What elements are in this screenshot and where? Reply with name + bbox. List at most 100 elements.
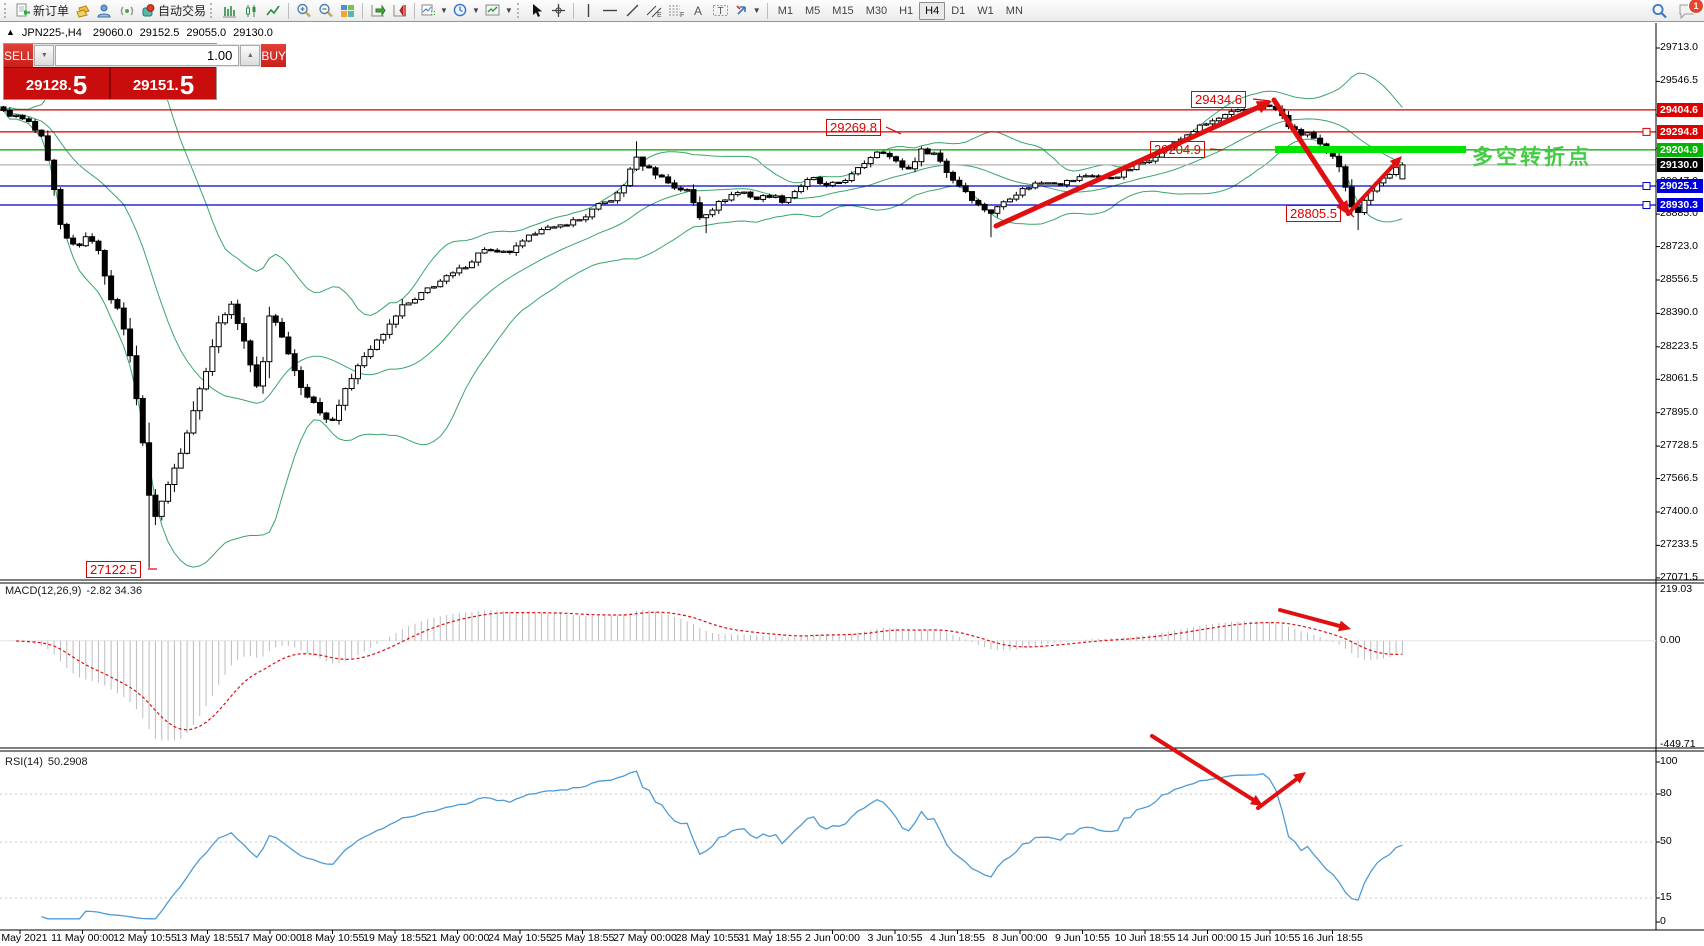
- price-badge: 29294.8: [1657, 125, 1703, 139]
- volume-input[interactable]: [55, 45, 239, 66]
- trend-arrow[interactable]: [1348, 165, 1394, 214]
- time-axis-label: 8 Jun 00:00: [993, 932, 1048, 944]
- buy-button[interactable]: BUY: [261, 44, 286, 67]
- caret-down-icon: ▼: [472, 6, 480, 15]
- fibonacci-button[interactable]: F: [666, 1, 687, 21]
- line-chart-button[interactable]: [263, 1, 284, 21]
- price-annotation-29204[interactable]: 29204.9: [1150, 141, 1205, 158]
- axis-tick-label: 50: [1660, 835, 1672, 847]
- auto-trading-label: 自动交易: [158, 2, 206, 19]
- indicators-dropdown[interactable]: ▼: [419, 1, 450, 21]
- axis-tick-label: 28061.5: [1660, 372, 1698, 384]
- chart-shift-button[interactable]: [389, 1, 410, 21]
- candle-body: [362, 357, 367, 366]
- search-button[interactable]: [1649, 1, 1670, 21]
- timeframe-d1[interactable]: D1: [945, 2, 971, 20]
- new-order-button[interactable]: 新订单: [13, 1, 71, 21]
- search-icon: [1651, 3, 1668, 19]
- toolbar-grip[interactable]: [517, 3, 522, 18]
- auto-scroll-icon: [370, 4, 386, 18]
- trend-arrow[interactable]: [996, 107, 1258, 226]
- tile-windows-icon: [340, 4, 355, 18]
- sell-price[interactable]: 29128. 5: [4, 68, 109, 99]
- toolbar-grip[interactable]: [4, 3, 9, 18]
- period-dropdown[interactable]: ▼: [451, 1, 482, 21]
- zoom-out-button[interactable]: [315, 1, 336, 21]
- candle-body: [229, 304, 234, 314]
- vertical-line-button[interactable]: [578, 1, 599, 21]
- candle-body: [39, 130, 44, 136]
- deposit-button[interactable]: [72, 1, 93, 21]
- trend-arrow-head[interactable]: [1338, 621, 1351, 632]
- timeframe-w1[interactable]: W1: [971, 2, 1000, 20]
- timeframe-h1[interactable]: H1: [893, 2, 919, 20]
- template-dropdown[interactable]: ▼: [483, 1, 515, 21]
- notification-badge[interactable]: 1: [1688, 0, 1704, 14]
- volume-increase-button[interactable]: ▲: [240, 45, 260, 66]
- timeframe-m1[interactable]: M1: [772, 2, 799, 20]
- signal-button[interactable]: [116, 1, 137, 21]
- tile-windows-button[interactable]: [337, 1, 358, 21]
- candle-body: [1216, 118, 1221, 121]
- trend-arrow[interactable]: [1152, 736, 1253, 800]
- line-chart-icon: [266, 4, 281, 18]
- candle-body: [273, 316, 278, 322]
- line-handle[interactable]: [1643, 202, 1650, 209]
- timeframe-m30[interactable]: M30: [860, 2, 893, 20]
- bar-chart-button[interactable]: [219, 1, 240, 21]
- time-axis-label: 28 May 10:55: [676, 932, 740, 944]
- sell-button[interactable]: SELL: [4, 44, 33, 67]
- candle-body: [71, 238, 76, 244]
- candle-body: [216, 323, 221, 347]
- price-axis[interactable]: 29713.029546.529380.029213.529047.028885…: [1658, 23, 1704, 931]
- symbol-ohlc-line[interactable]: ▲ JPN225-,H4 29060.0 29152.5 29055.0 291…: [6, 27, 273, 39]
- timeframe-m5[interactable]: M5: [799, 2, 826, 20]
- auto-trading-icon: [140, 3, 155, 18]
- volume-decrease-button[interactable]: ▼: [34, 45, 54, 66]
- cursor-button[interactable]: [526, 1, 547, 21]
- account-button[interactable]: [94, 1, 115, 21]
- new-order-icon: [15, 3, 30, 18]
- text-label-button[interactable]: T: [710, 1, 731, 21]
- candle-body: [431, 287, 436, 288]
- line-handle[interactable]: [1643, 183, 1650, 190]
- text-button[interactable]: A: [688, 1, 709, 21]
- toolbar-grip[interactable]: [210, 3, 215, 18]
- symbol-collapse-icon[interactable]: ▲: [6, 27, 15, 39]
- time-axis[interactable]: 7 May 202111 May 00:0012 May 10:5513 May…: [0, 931, 1704, 946]
- candle-body: [640, 157, 645, 166]
- zoom-in-button[interactable]: [293, 1, 314, 21]
- auto-trading-button[interactable]: 自动交易: [138, 1, 208, 21]
- candle-body: [58, 190, 63, 225]
- timeframe-h4[interactable]: H4: [919, 2, 945, 20]
- candle-body: [1109, 178, 1114, 179]
- candle-body: [666, 177, 671, 183]
- candle-body: [235, 304, 240, 323]
- price-annotation-29434[interactable]: 29434.6: [1191, 91, 1246, 108]
- zoom-out-icon: [318, 3, 334, 18]
- line-handle[interactable]: [1643, 128, 1650, 135]
- candle-body: [995, 207, 1000, 214]
- time-axis-label: 17 May 00:00: [238, 932, 302, 944]
- crosshair-button[interactable]: [548, 1, 569, 21]
- candle-body: [710, 210, 715, 215]
- horizontal-line-button[interactable]: [600, 1, 621, 21]
- arrow-shapes-icon: [734, 3, 749, 18]
- turning-point-text[interactable]: 多空转折点: [1472, 141, 1592, 171]
- price-annotation-28805[interactable]: 28805.5: [1286, 205, 1341, 222]
- equidistant-channel-button[interactable]: E: [644, 1, 665, 21]
- auto-scroll-button[interactable]: [367, 1, 388, 21]
- candle-body: [767, 196, 772, 198]
- arrows-dropdown[interactable]: ▼: [732, 1, 763, 21]
- timeframe-mn[interactable]: MN: [1000, 2, 1029, 20]
- trendline-button[interactable]: [622, 1, 643, 21]
- buy-price[interactable]: 29151. 5: [111, 68, 216, 99]
- candle-body: [659, 175, 664, 177]
- candle-body: [102, 251, 107, 276]
- price-annotation-29269[interactable]: 29269.8: [826, 119, 881, 136]
- candle-body: [856, 168, 861, 174]
- timeframe-m15[interactable]: M15: [826, 2, 859, 20]
- price-annotation-27122[interactable]: 27122.5: [86, 561, 141, 578]
- candle-body: [729, 195, 734, 200]
- candlestick-chart-button[interactable]: [241, 1, 262, 21]
